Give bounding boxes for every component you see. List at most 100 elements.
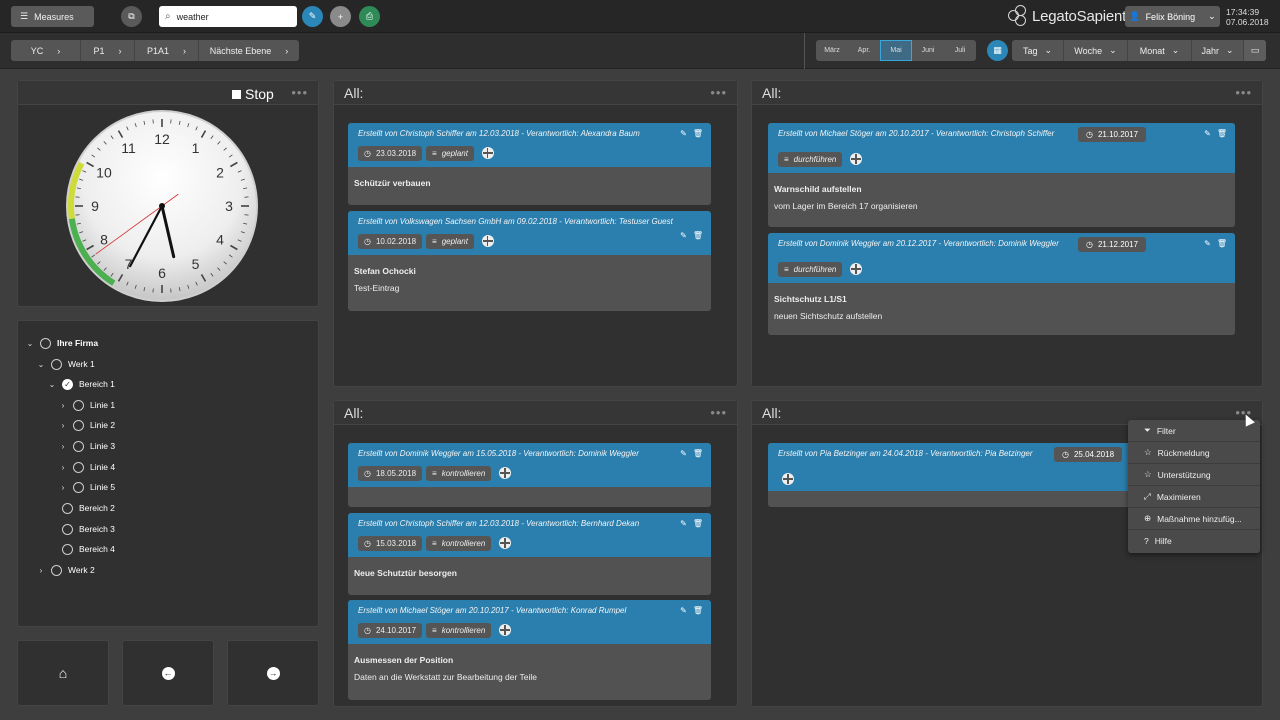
chevron-down-icon: ⌄ (1225, 45, 1234, 55)
tree-node[interactable]: ⌄ Ihre Firma (26, 333, 98, 353)
trash-icon[interactable]: 🗑 (1217, 239, 1227, 248)
month-option[interactable]: Apr. (848, 40, 880, 61)
pencil-icon[interactable]: ✎ (1204, 129, 1211, 138)
pencil-icon[interactable]: ✎ (680, 231, 687, 240)
month-option[interactable]: Juni (912, 40, 944, 61)
tree-node[interactable]: › Linie 3 (59, 436, 115, 456)
more-icon[interactable]: ••• (291, 85, 308, 100)
tree-node[interactable]: Bereich 3 (48, 519, 115, 539)
tree-node[interactable]: › Werk 2 (37, 560, 95, 580)
radio-button[interactable] (73, 481, 84, 493)
clock-number: 10 (96, 165, 112, 181)
clock-number: 12 (154, 131, 170, 147)
measure-card[interactable]: Erstellt von Dominik Weggler am 20.12.20… (768, 233, 1235, 335)
measure-card[interactable]: Erstellt von Dominik Weggler am 15.05.20… (348, 443, 711, 507)
top-bar: ☰ Measures ⧉ ⌕ weather ✎ + ⎙ LegatoSapie… (0, 0, 1280, 33)
chevron-right-icon: › (61, 462, 65, 472)
menu-item-filter[interactable]: ⏷ Filter (1128, 420, 1260, 442)
breadcrumb-item[interactable]: YC › (11, 40, 81, 61)
stop-button[interactable]: Stop (232, 86, 274, 102)
radio-button[interactable] (62, 523, 73, 535)
measure-card[interactable]: Erstellt von Volkswagen Sachsen GmbH am … (348, 211, 711, 311)
chevron-right-icon: › (285, 45, 289, 56)
measure-card[interactable]: Erstellt von Christoph Schiffer am 12.03… (348, 513, 711, 595)
clock-icon: ◷ (364, 538, 371, 548)
radio-button[interactable] (51, 358, 62, 370)
clock-icon: ◷ (364, 236, 371, 246)
radio-button[interactable] (62, 543, 73, 555)
radio-button[interactable] (73, 419, 84, 431)
more-icon[interactable]: ••• (710, 405, 727, 420)
card-description: vom Lager im Bereich 17 organisieren (774, 201, 918, 211)
progress-circle-icon (782, 473, 794, 485)
breadcrumb-item[interactable]: Nächste Ebene › (199, 40, 299, 61)
trash-icon[interactable]: 🗑 (693, 231, 703, 240)
add-button[interactable]: + (330, 6, 351, 27)
tree-node[interactable]: › Linie 2 (59, 415, 115, 435)
calendar-button[interactable]: ▦ (987, 40, 1008, 61)
due-date-badge: ◷ 21.10.2017 (1078, 127, 1147, 142)
month-option[interactable]: Juli (944, 40, 976, 61)
user-menu-button[interactable]: 👤 Felix Böning ⌄ (1125, 6, 1220, 27)
month-option[interactable]: März (816, 40, 848, 61)
breadcrumb-item[interactable]: P1A1 › (135, 40, 199, 61)
menu-item-support[interactable]: ☆ Unterstützung (1128, 464, 1260, 486)
measure-card[interactable]: Erstellt von Michael Stöger am 20.10.201… (768, 123, 1235, 227)
trash-icon[interactable]: 🗑 (693, 606, 703, 615)
progress-circle-icon (499, 624, 512, 636)
period-month[interactable]: Monat ⌄ (1128, 40, 1192, 61)
trash-icon[interactable]: 🗑 (693, 449, 703, 458)
tree-node[interactable]: › Linie 4 (59, 457, 115, 477)
calendar-view-button[interactable]: ▭ (1244, 40, 1266, 61)
tree-node[interactable]: ⌄ ✓ Bereich 1 (48, 374, 115, 394)
trash-icon[interactable]: 🗑 (693, 519, 703, 528)
period-day[interactable]: Tag ⌄ (1012, 40, 1064, 61)
home-button[interactable]: ⌂ (17, 640, 109, 706)
menu-item-maximize[interactable]: ⤢ Maximieren (1128, 486, 1260, 508)
tree-node[interactable]: Bereich 4 (48, 539, 115, 559)
panel-context-menu: ⏷ Filter ☆ Rückmeldung ☆ Unterstützung ⤢ Max… (1128, 420, 1260, 553)
pencil-icon[interactable]: ✎ (680, 449, 687, 458)
search-input[interactable]: ⌕ weather (159, 6, 297, 27)
pencil-icon[interactable]: ✎ (680, 606, 687, 615)
checked-radio-button[interactable]: ✓ (62, 378, 73, 390)
more-icon[interactable]: ••• (1235, 85, 1252, 100)
trash-icon[interactable]: 🗑 (693, 129, 703, 138)
month-option-active[interactable]: Mai (880, 40, 912, 61)
tree-node[interactable]: › Linie 5 (59, 477, 115, 497)
measures-menu-button[interactable]: ☰ Measures (11, 6, 94, 27)
radio-button[interactable] (73, 440, 84, 452)
tree-node[interactable]: ⌄ Werk 1 (37, 354, 95, 374)
measure-card[interactable]: Erstellt von Michael Stöger am 20.10.201… (348, 600, 711, 700)
card-description: Test-Eintrag (354, 283, 400, 293)
radio-button[interactable] (73, 461, 84, 473)
radio-button[interactable] (62, 502, 73, 514)
pencil-icon[interactable]: ✎ (680, 519, 687, 528)
edit-button[interactable]: ✎ (302, 6, 323, 27)
clock-number: 9 (91, 198, 99, 214)
trash-icon[interactable]: 🗑 (1217, 129, 1227, 138)
menu-item-feedback[interactable]: ☆ Rückmeldung (1128, 442, 1260, 464)
print-button[interactable]: ⎙ (359, 6, 380, 27)
radio-button[interactable] (73, 399, 84, 411)
copy-button[interactable]: ⧉ (121, 6, 142, 27)
forward-button[interactable]: → (227, 640, 319, 706)
more-icon[interactable]: ••• (710, 85, 727, 100)
tree-node[interactable]: › Linie 1 (59, 395, 115, 415)
menu-item-help[interactable]: ? Hilfe (1128, 530, 1260, 552)
radio-button[interactable] (40, 337, 51, 349)
pencil-icon[interactable]: ✎ (1204, 239, 1211, 248)
back-button[interactable]: ← (122, 640, 214, 706)
period-year[interactable]: Jahr ⌄ (1192, 40, 1244, 61)
breadcrumb-item[interactable]: P1 › (81, 40, 135, 61)
menu-item-add-measure[interactable]: ⊕ Maßnahme hinzufüg... (1128, 508, 1260, 530)
pencil-icon[interactable]: ✎ (680, 129, 687, 138)
period-week[interactable]: Woche ⌄ (1064, 40, 1128, 61)
measure-card[interactable]: Erstellt von Christoph Schiffer am 12.03… (348, 123, 711, 205)
radio-button[interactable] (51, 564, 62, 576)
tree-node[interactable]: Bereich 2 (48, 498, 115, 518)
user-icon: 👤 (1129, 11, 1141, 21)
status-badge: ≡ kontrollieren (426, 535, 492, 551)
expand-icon: ⤢ (1144, 491, 1151, 501)
star-icon: ☆ (1144, 447, 1152, 457)
